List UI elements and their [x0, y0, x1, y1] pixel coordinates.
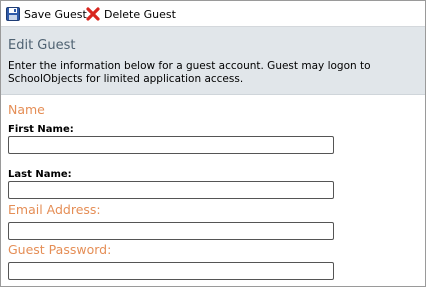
page-description: Enter the information below for a guest … [8, 60, 371, 85]
save-guest-label: Save Guest [24, 7, 87, 21]
save-guest-button[interactable]: Save Guest [6, 6, 87, 22]
name-section-heading: Name [8, 102, 45, 117]
edit-guest-panel: Save Guest Delete Guest Edit Guest Enter… [0, 0, 426, 287]
red-x-icon [86, 7, 104, 21]
email-section-heading: Email Address: [8, 202, 101, 217]
delete-guest-button[interactable]: Delete Guest [86, 6, 176, 22]
last-name-label: Last Name: [8, 169, 72, 180]
first-name-input[interactable] [8, 136, 334, 154]
delete-guest-label: Delete Guest [104, 7, 176, 21]
last-name-input[interactable] [8, 181, 334, 199]
email-input[interactable] [8, 222, 334, 240]
floppy-disk-icon [6, 7, 24, 21]
page-title: Edit Guest [8, 38, 76, 53]
toolbar: Save Guest Delete Guest [1, 1, 425, 27]
guest-password-input[interactable] [8, 262, 334, 280]
page-header: Edit Guest Enter the information below f… [1, 27, 425, 95]
first-name-label: First Name: [8, 124, 74, 135]
password-section-heading: Guest Password: [8, 242, 112, 257]
